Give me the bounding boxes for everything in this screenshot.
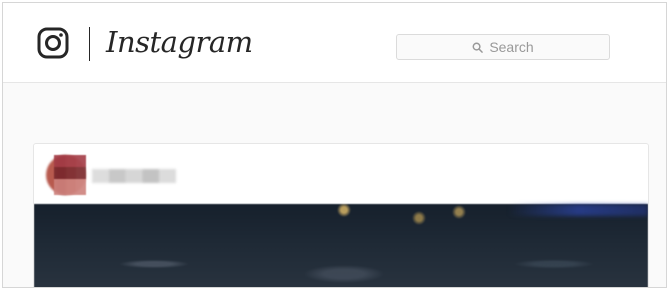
search-input[interactable]: Search xyxy=(396,34,610,60)
top-navigation-bar: Instagram Search xyxy=(3,3,666,83)
logo-divider xyxy=(89,27,90,61)
instagram-camera-icon[interactable] xyxy=(37,27,69,59)
search-icon xyxy=(472,42,484,53)
post-image-lights xyxy=(508,204,648,216)
browser-window: Instagram Search xyxy=(2,2,667,288)
post-username-redacted[interactable] xyxy=(92,169,176,183)
feed-post-card xyxy=(33,143,649,287)
instagram-wordmark[interactable]: Instagram xyxy=(106,25,253,59)
post-header xyxy=(34,144,648,204)
avatar-pixelation xyxy=(54,155,86,195)
search-placeholder: Search xyxy=(489,39,534,55)
post-image[interactable] xyxy=(34,204,648,287)
